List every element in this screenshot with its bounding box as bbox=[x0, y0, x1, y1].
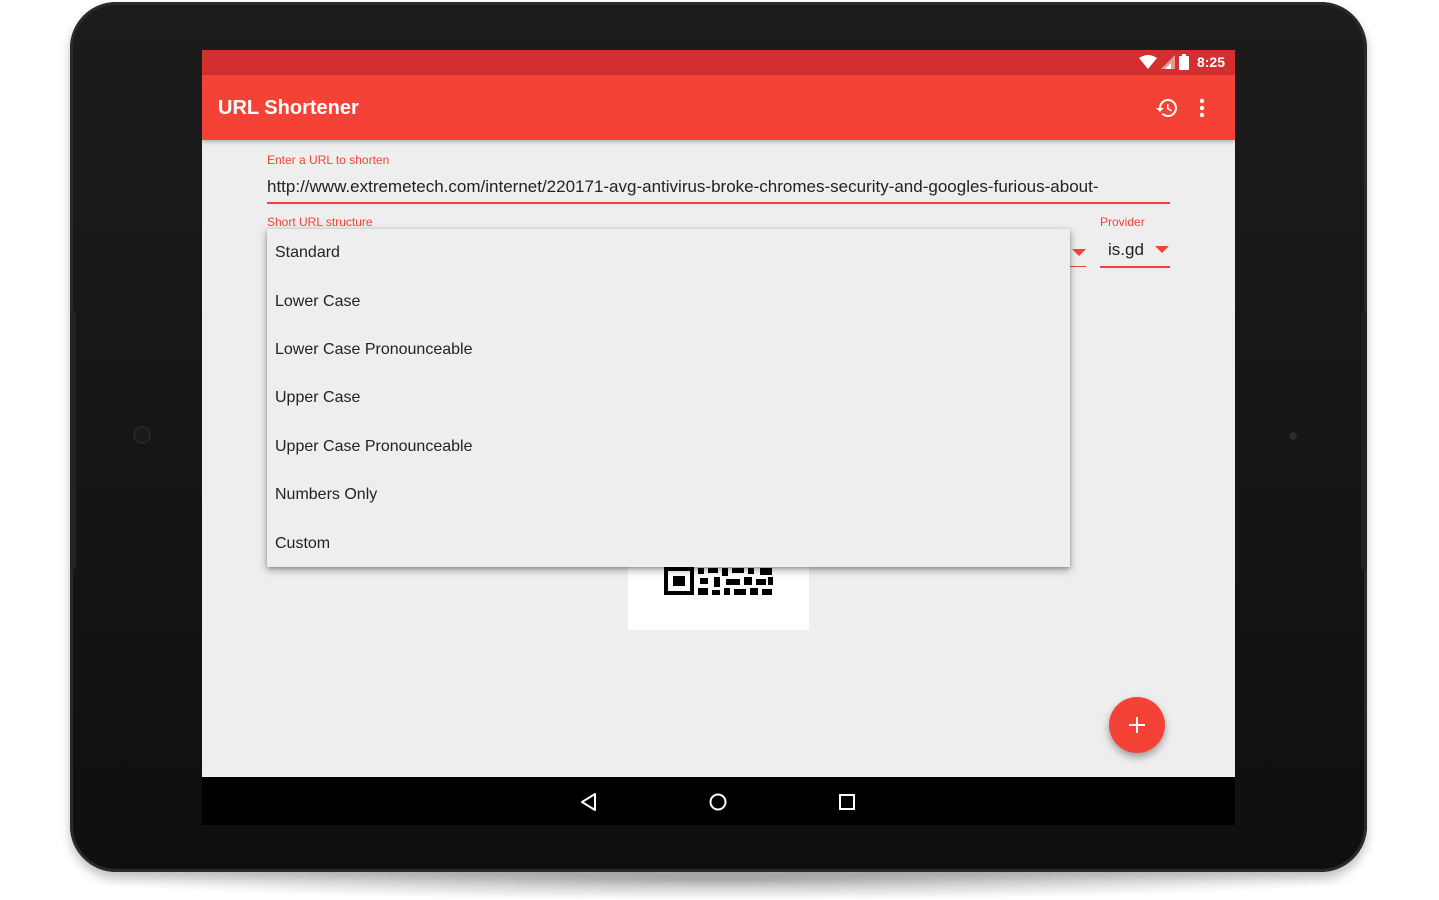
side-edge-left bbox=[70, 310, 76, 570]
recents-square-icon bbox=[839, 794, 855, 810]
dropdown-caret-icon bbox=[1072, 249, 1086, 256]
url-input[interactable] bbox=[267, 172, 1170, 204]
history-icon bbox=[1156, 99, 1177, 117]
dropdown-option-lower-case[interactable]: Lower Case bbox=[267, 277, 1070, 325]
battery-icon bbox=[1178, 54, 1189, 70]
dropdown-option-custom[interactable]: Custom bbox=[267, 519, 1070, 567]
home-circle-icon bbox=[709, 793, 727, 811]
dropdown-caret-icon bbox=[1155, 246, 1169, 253]
dropdown-option-numbers-only[interactable]: Numbers Only bbox=[267, 471, 1070, 519]
home-button[interactable] bbox=[705, 789, 731, 815]
navigation-bar bbox=[202, 777, 1235, 825]
provider-field-label: Provider bbox=[1100, 215, 1145, 229]
light-sensor bbox=[1289, 432, 1297, 440]
overflow-menu-button[interactable] bbox=[1187, 93, 1217, 123]
dropdown-option-upper-case-pronounceable[interactable]: Upper Case Pronounceable bbox=[267, 423, 1070, 471]
structure-field-label: Short URL structure bbox=[267, 215, 373, 229]
front-camera bbox=[135, 428, 149, 442]
history-button[interactable] bbox=[1152, 93, 1182, 123]
structure-dropdown-menu: Standard Lower Case Lower Case Pronounce… bbox=[267, 229, 1070, 567]
back-triangle-icon bbox=[581, 793, 596, 811]
plus-icon bbox=[1129, 717, 1145, 733]
dropdown-option-standard[interactable]: Standard bbox=[267, 229, 1070, 277]
back-button[interactable] bbox=[576, 789, 602, 815]
url-field-label: Enter a URL to shorten bbox=[267, 153, 390, 167]
cell-signal-icon bbox=[1160, 55, 1175, 69]
more-vert-icon bbox=[1199, 98, 1205, 118]
screen: 8:25 URL Shortener Enter a URL to shorte… bbox=[202, 50, 1235, 777]
status-bar: 8:25 bbox=[202, 50, 1235, 75]
add-fab-button[interactable] bbox=[1109, 697, 1165, 753]
recents-button[interactable] bbox=[834, 789, 860, 815]
wifi-icon bbox=[1138, 55, 1157, 69]
provider-spinner[interactable]: is.gd bbox=[1100, 232, 1170, 268]
status-time: 8:25 bbox=[1196, 54, 1225, 70]
app-bar: URL Shortener bbox=[202, 75, 1235, 140]
provider-value: is.gd bbox=[1108, 240, 1144, 259]
dropdown-option-lower-case-pronounceable[interactable]: Lower Case Pronounceable bbox=[267, 326, 1070, 374]
side-edge-right bbox=[1361, 310, 1367, 570]
app-title: URL Shortener bbox=[218, 97, 359, 119]
dropdown-option-upper-case[interactable]: Upper Case bbox=[267, 374, 1070, 422]
